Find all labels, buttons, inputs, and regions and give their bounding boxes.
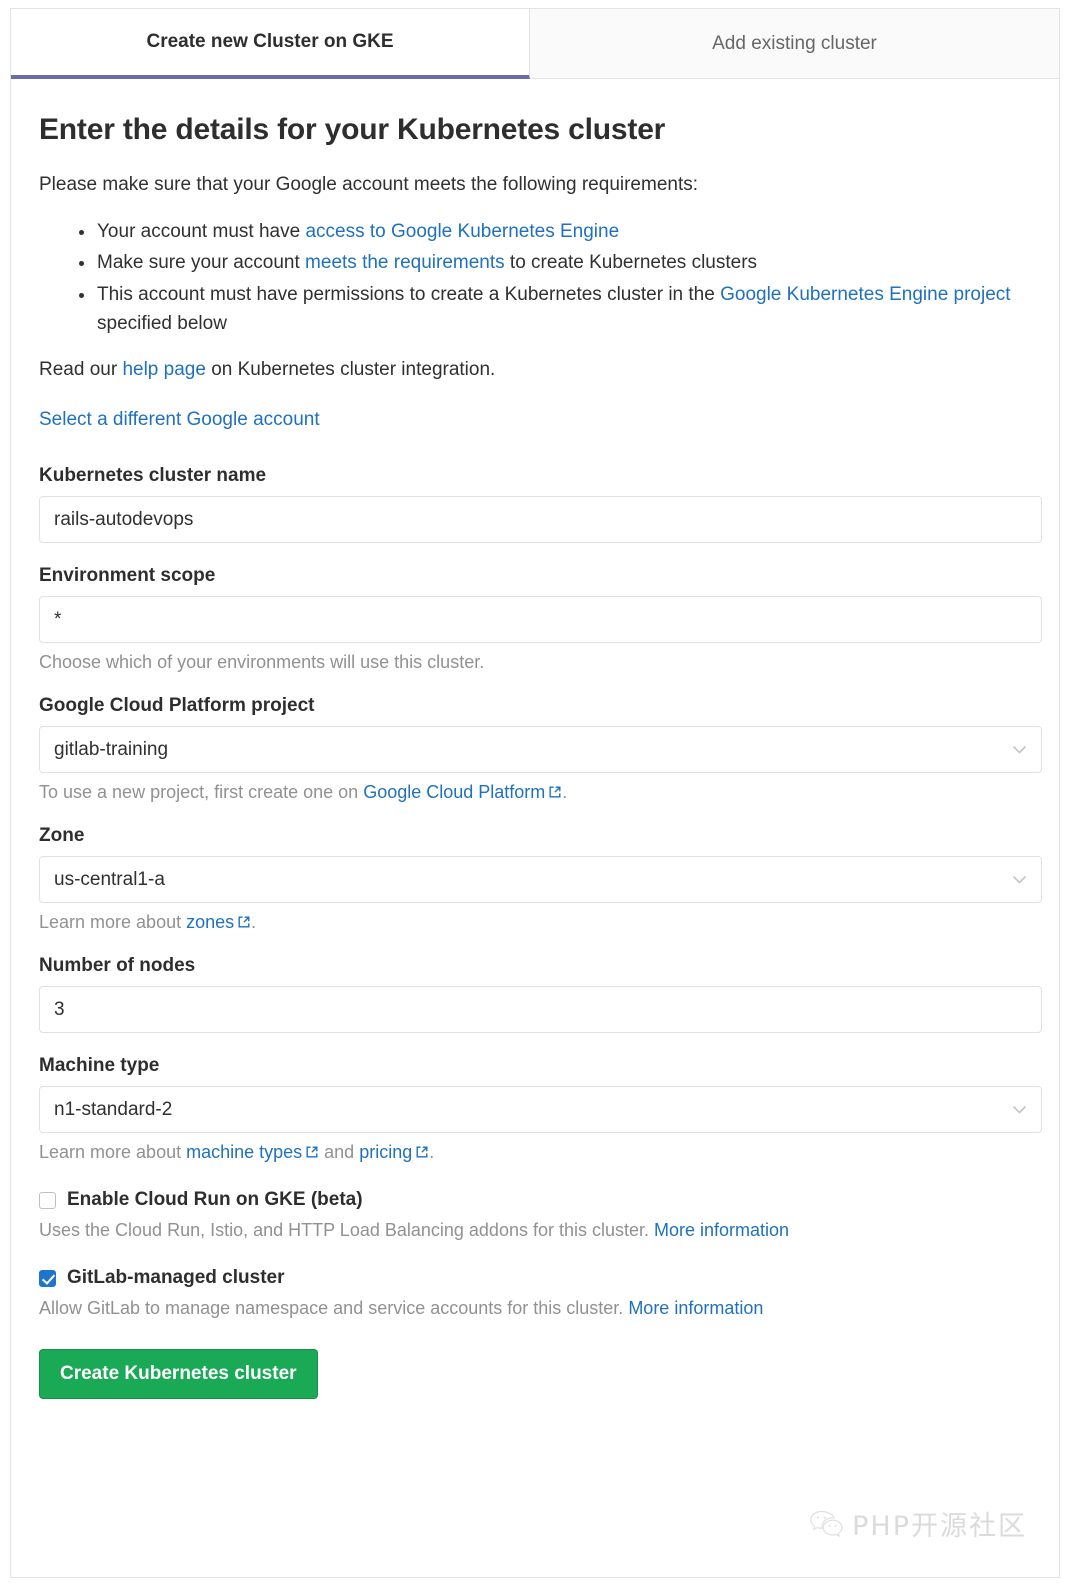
hint-post: .	[562, 782, 568, 803]
hint-post: .	[429, 1142, 435, 1163]
watermark: PHP开源社区	[809, 1504, 1027, 1543]
checkbox-row-gitlab-managed[interactable]: GitLab-managed cluster	[39, 1267, 1031, 1289]
tab-bar: Create new Cluster on GKE Add existing c…	[11, 9, 1059, 79]
field-cluster-name: Kubernetes cluster name	[39, 465, 1042, 544]
link-more-information-cloud-run[interactable]: More information	[654, 1220, 789, 1240]
cluster-form-card: Create new Cluster on GKE Add existing c…	[10, 8, 1060, 1578]
hint-pre: To use a new project, first create one o…	[39, 782, 364, 803]
form-content: Enter the details for your Kubernetes cl…	[11, 79, 1059, 1400]
link-help-page[interactable]: help page	[122, 359, 205, 380]
external-link-icon	[305, 1145, 319, 1159]
list-item: Your account must have access to Google …	[79, 217, 1031, 247]
req-post-text: to create Kubernetes clusters	[504, 252, 758, 274]
link-google-cloud-platform[interactable]: Google Cloud Platform	[363, 782, 545, 802]
gitlab-managed-label[interactable]: GitLab-managed cluster	[67, 1267, 285, 1289]
hint-zone: Learn more about zones.	[39, 912, 1031, 933]
tab-label: Create new Cluster on GKE	[146, 31, 394, 52]
req-post-text: specified below	[97, 313, 227, 335]
gcp-project-select[interactable]	[39, 726, 1042, 774]
link-pricing[interactable]: pricing	[359, 1142, 412, 1162]
link-access-gke[interactable]: access to Google Kubernetes Engine	[305, 221, 619, 242]
label-number-of-nodes: Number of nodes	[39, 955, 196, 977]
hint-pre: Allow GitLab to manage namespace and ser…	[39, 1298, 629, 1319]
link-machine-types[interactable]: machine types	[186, 1142, 302, 1162]
hint-mid: and	[319, 1142, 360, 1163]
cloud-run-label[interactable]: Enable Cloud Run on GKE (beta)	[67, 1189, 363, 1211]
req-pre-text: Make sure your account	[97, 252, 306, 274]
label-gcp-project: Google Cloud Platform project	[39, 695, 315, 717]
requirements-list: Your account must have access to Google …	[39, 217, 1031, 340]
link-zones[interactable]: zones	[186, 912, 234, 932]
list-item: This account must have permissions to cr…	[79, 280, 1031, 339]
gitlab-managed-checkbox[interactable]	[39, 1269, 56, 1287]
intro-text: Please make sure that your Google accoun…	[39, 174, 699, 195]
create-kubernetes-cluster-button[interactable]: Create Kubernetes cluster	[39, 1349, 318, 1400]
external-link-icon	[548, 785, 562, 799]
hint-gitlab-managed: Allow GitLab to manage namespace and ser…	[39, 1298, 1031, 1319]
hint-gcp-project: To use a new project, first create one o…	[39, 782, 1031, 803]
field-zone: Zone Learn more about zones.	[39, 825, 1042, 933]
external-link-icon	[415, 1145, 429, 1159]
machine-type-select-wrapper	[39, 1086, 1042, 1134]
machine-type-select[interactable]	[39, 1086, 1042, 1134]
label-zone: Zone	[39, 825, 85, 847]
req-pre-text: This account must have permissions to cr…	[97, 283, 721, 305]
field-number-of-nodes: Number of nodes	[39, 955, 1042, 1034]
gcp-project-select-wrapper	[39, 726, 1042, 774]
checkbox-row-cloud-run[interactable]: Enable Cloud Run on GKE (beta)	[39, 1189, 1031, 1211]
label-machine-type: Machine type	[39, 1055, 160, 1077]
read-our-pre: Read our	[39, 359, 123, 381]
list-item: Make sure your account meets the require…	[79, 248, 1031, 278]
page-title: Enter the details for your Kubernetes cl…	[39, 113, 666, 146]
label-cluster-name: Kubernetes cluster name	[39, 465, 267, 487]
watermark-text: PHP开源社区	[852, 1511, 1027, 1542]
hint-pre: Uses the Cloud Run, Istio, and HTTP Load…	[39, 1220, 655, 1241]
hint-pre: Learn more about	[39, 912, 187, 933]
hint-machine-type: Learn more about machine types and prici…	[39, 1142, 1031, 1163]
hint-post: .	[251, 912, 257, 933]
label-environment-scope: Environment scope	[39, 565, 216, 587]
tab-create-new-cluster[interactable]: Create new Cluster on GKE	[11, 9, 530, 79]
zone-select[interactable]	[39, 856, 1042, 904]
environment-scope-input[interactable]	[39, 596, 1042, 644]
external-link-icon	[237, 915, 251, 929]
field-environment-scope: Environment scope Choose which of your e…	[39, 565, 1042, 673]
tab-label: Add existing cluster	[712, 32, 877, 54]
tab-add-existing-cluster[interactable]: Add existing cluster	[530, 9, 1059, 78]
hint-environment-scope: Choose which of your environments will u…	[39, 652, 485, 673]
link-select-different-google-account[interactable]: Select a different Google account	[39, 409, 1031, 431]
link-meets-requirements[interactable]: meets the requirements	[305, 252, 505, 273]
zone-select-wrapper	[39, 856, 1042, 904]
link-more-information-gitlab-managed[interactable]: More information	[628, 1298, 763, 1318]
hint-cloud-run: Uses the Cloud Run, Istio, and HTTP Load…	[39, 1220, 1031, 1241]
req-pre-text: Your account must have	[97, 220, 306, 242]
cloud-run-checkbox[interactable]	[39, 1191, 56, 1209]
cluster-name-input[interactable]	[39, 496, 1042, 544]
field-gcp-project: Google Cloud Platform project To use a n…	[39, 695, 1042, 803]
wechat-icon	[809, 1509, 843, 1539]
link-gke-project[interactable]: Google Kubernetes Engine project	[720, 284, 1010, 305]
number-of-nodes-input[interactable]	[39, 986, 1042, 1034]
field-machine-type: Machine type Learn more about machine ty…	[39, 1055, 1042, 1163]
hint-pre: Learn more about	[39, 1142, 187, 1163]
read-our-post: on Kubernetes cluster integration.	[205, 359, 496, 381]
read-our-help-text: Read our help page on Kubernetes cluster…	[39, 359, 1031, 381]
